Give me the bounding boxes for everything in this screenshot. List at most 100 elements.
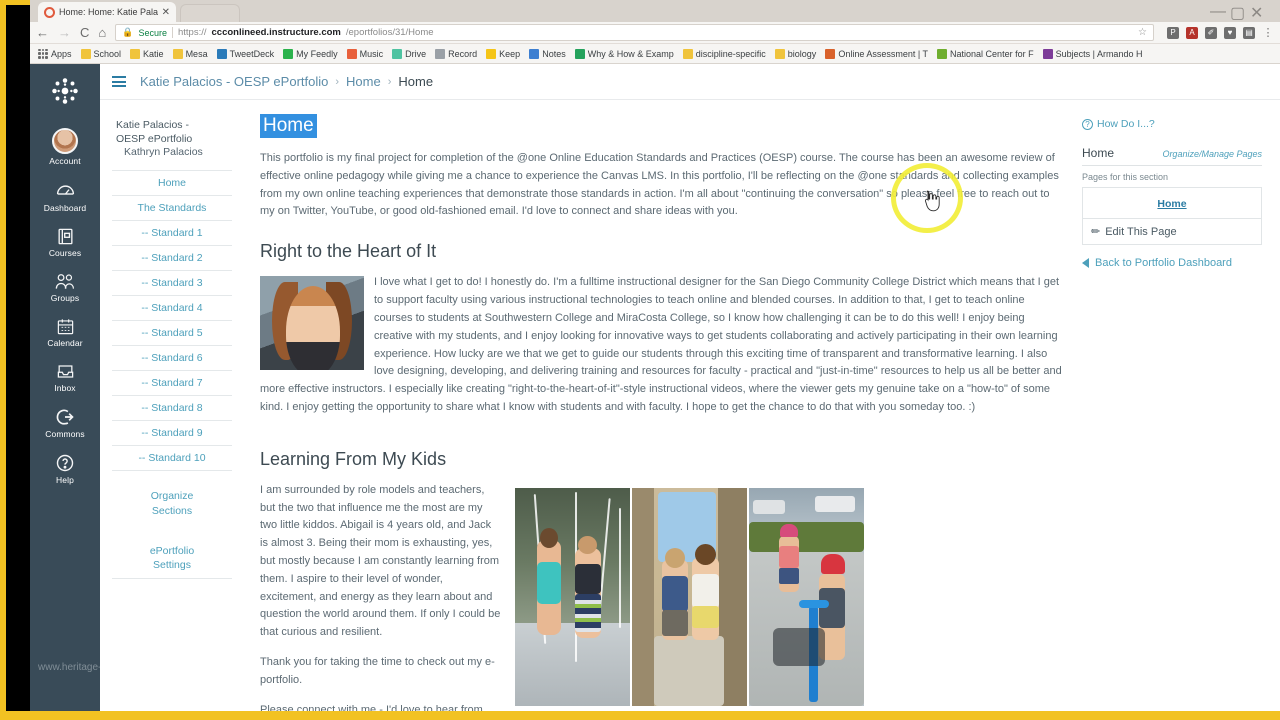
bookmark-apps[interactable]: Apps [38, 48, 72, 59]
list-item[interactable]: -- Standard 3 [112, 270, 232, 295]
edit-this-page-label: Edit This Page [1105, 225, 1177, 238]
list-item[interactable]: ePortfolio Settings [112, 538, 232, 580]
global-nav-item-account[interactable]: Account [30, 128, 100, 166]
global-nav-item-inbox[interactable]: Inbox [30, 362, 100, 393]
section-pages-list: Home ✏ Edit This Page [1082, 187, 1262, 245]
adobe-acrobat-extension-icon[interactable]: A [1186, 26, 1198, 39]
list-item[interactable]: -- Standard 5 [112, 320, 232, 345]
address-bar[interactable]: 🔒 Secure https:// ccconlineed.instructure… [115, 24, 1154, 41]
drive-icon [392, 48, 403, 59]
global-nav-item-groups[interactable]: Groups [30, 272, 100, 303]
bookmark-biology[interactable]: biology [774, 48, 816, 59]
breadcrumb-item-section[interactable]: Home [346, 74, 381, 89]
browser-tab[interactable]: Home: Home: Katie Pala ✕ [38, 2, 176, 22]
global-nav-label: Groups [50, 293, 80, 303]
reload-icon[interactable]: C [80, 26, 89, 39]
portfolio-section-link-standard-4[interactable]: -- Standard 4 [112, 296, 232, 320]
list-item[interactable]: -- Standard 6 [112, 345, 232, 370]
global-nav-label: Courses [48, 248, 82, 258]
bookmark-discipline-specific[interactable]: discipline-specific [682, 48, 766, 59]
back-to-dashboard-link[interactable]: Back to Portfolio Dashboard [1082, 257, 1262, 269]
portfolio-section-link-standard-1[interactable]: -- Standard 1 [112, 221, 232, 245]
shield-extension-icon[interactable]: ♥ [1224, 26, 1236, 39]
bookmark-school[interactable]: School [80, 48, 121, 59]
bookmark-drive[interactable]: Drive [392, 48, 426, 59]
portfolio-section-link-standard-7[interactable]: -- Standard 7 [112, 371, 232, 395]
link-line: Organize [150, 490, 194, 503]
list-item[interactable]: -- Standard 10 [112, 445, 232, 472]
page-link-home[interactable]: Home [1157, 198, 1186, 210]
folder-icon [682, 48, 693, 59]
portfolio-link-eportfolio[interactable]: ePortfolio Settings [112, 538, 232, 578]
global-nav-item-dashboard[interactable]: Dashboard [30, 180, 100, 213]
url-host: ccconlineed.instructure.com [211, 27, 341, 38]
maximize-icon[interactable]: ▢ [1230, 3, 1245, 22]
window-close-icon[interactable]: ✕ [1250, 3, 1264, 22]
portfolio-section-list: Home The Standards -- Standard 1 -- Standar… [112, 170, 232, 472]
list-item[interactable]: -- Standard 7 [112, 370, 232, 395]
eyedropper-extension-icon[interactable]: ✐ [1205, 26, 1217, 39]
reader-extension-icon[interactable]: ▤ [1243, 26, 1255, 39]
bookmark-mesa[interactable]: Mesa [172, 48, 208, 59]
breadcrumb-separator: › [387, 75, 392, 88]
bookmark-my-feedly[interactable]: My Feedly [283, 48, 338, 59]
portfolio-section-link-standard-10[interactable]: -- Standard 10 [112, 446, 232, 470]
list-item[interactable]: -- Standard 9 [112, 420, 232, 445]
home-icon[interactable]: ⌂ [98, 26, 106, 39]
list-item[interactable]: Home [1082, 187, 1262, 218]
bookmark-notes[interactable]: Notes [529, 48, 566, 59]
list-item[interactable]: Organize Sections [112, 483, 232, 523]
screen-root: Home: Home: Katie Pala ✕ — ▢ ✕ ← → C ⌂ 🔒… [0, 0, 1280, 720]
minimize-icon[interactable]: — [1210, 3, 1226, 20]
hamburger-icon[interactable] [112, 76, 126, 87]
chrome-menu-icon[interactable]: ⋮ [1262, 27, 1274, 39]
global-nav-item-help[interactable]: Help [30, 453, 100, 485]
global-nav-item-courses[interactable]: Courses [30, 227, 100, 258]
tab-title: Home: Home: Katie Pala [59, 7, 158, 17]
pocket-extension-icon[interactable]: P [1167, 26, 1179, 39]
portfolio-section-link-standard-5[interactable]: -- Standard 5 [112, 321, 232, 345]
list-item[interactable]: -- Standard 1 [112, 220, 232, 245]
edit-this-page-button[interactable]: ✏ Edit This Page [1082, 218, 1262, 245]
back-icon[interactable]: ← [36, 26, 49, 39]
bookmark-tweetdeck[interactable]: TweetDeck [216, 48, 274, 59]
right-sidebar-header: Home Organize/Manage Pages [1082, 146, 1262, 166]
bookmark-keep[interactable]: Keep [486, 48, 520, 59]
frame-border-left [0, 0, 6, 720]
list-item[interactable]: -- Standard 8 [112, 395, 232, 420]
bookmark-online-assessment-t[interactable]: Online Assessment | T [825, 48, 928, 59]
new-tab-button[interactable] [180, 4, 240, 22]
breadcrumb-item-portfolio[interactable]: Katie Palacios - OESP ePortfolio [140, 74, 328, 89]
bookmark-katie[interactable]: Katie [130, 48, 164, 59]
portfolio-owner: Kathryn Palacios [124, 146, 203, 159]
bookmark-why-how-examp[interactable]: Why & How & Examp [574, 48, 674, 59]
portfolio-section-link-standard-9[interactable]: -- Standard 9 [112, 421, 232, 445]
canvas-logo-icon[interactable] [30, 76, 100, 106]
portfolio-section-link-standard-2[interactable]: -- Standard 2 [112, 246, 232, 270]
global-nav-item-commons[interactable]: Commons [30, 407, 100, 439]
portfolio-section-link-standard-3[interactable]: -- Standard 3 [112, 271, 232, 295]
canvas-favicon-icon [44, 6, 55, 18]
portfolio-section-link-standard-6[interactable]: -- Standard 6 [112, 346, 232, 370]
star-icon[interactable]: ☆ [1138, 27, 1147, 38]
organize-manage-pages-link[interactable]: Organize/Manage Pages [1162, 149, 1262, 159]
forward-icon[interactable]: → [58, 26, 71, 39]
bookmark-subjects-armando-h[interactable]: Subjects | Armando H [1042, 48, 1142, 59]
list-item[interactable]: Home [112, 170, 232, 195]
portfolio-section-link-the-standards[interactable]: The Standards [112, 196, 232, 220]
list-item[interactable]: The Standards [112, 195, 232, 220]
portfolio-link-organize[interactable]: Organize Sections [112, 483, 232, 523]
list-item[interactable]: -- Standard 2 [112, 245, 232, 270]
how-do-i-link[interactable]: ? How Do I...? [1082, 118, 1262, 130]
list-item[interactable]: -- Standard 4 [112, 295, 232, 320]
global-nav-item-calendar[interactable]: Calendar [30, 317, 100, 348]
close-icon[interactable]: ✕ [162, 7, 170, 18]
bookmark-record[interactable]: Record [435, 48, 477, 59]
portfolio-section-link-standard-8[interactable]: -- Standard 8 [112, 396, 232, 420]
connect-paragraph: Please connect with me - I'd love to hea… [260, 703, 483, 711]
portfolio-section-link-home[interactable]: Home [112, 171, 232, 195]
bookmark-music[interactable]: Music [346, 48, 383, 59]
bookmark-national-center-for-f[interactable]: National Center for F [937, 48, 1034, 59]
pencil-icon: ✏ [1091, 226, 1101, 238]
breadcrumb: Katie Palacios - OESP ePortfolio › Home … [140, 74, 433, 89]
